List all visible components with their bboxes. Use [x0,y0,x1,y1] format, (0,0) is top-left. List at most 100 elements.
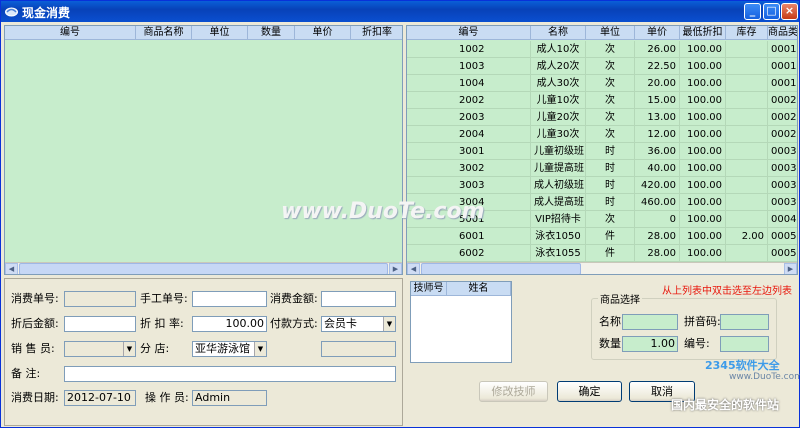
quantity-input[interactable]: 1.00 [622,336,678,352]
discount-rate-label: 折 扣 率: [140,317,184,330]
scroll-right-icon[interactable]: ▶ [389,263,402,274]
branch-select[interactable]: 亚华游泳馆 ▼ [192,341,267,357]
selected-items-grid[interactable]: 编号 商品名称 单位 数量 单价 折扣率 ◀ ▶ [4,25,403,275]
col-header-unit[interactable]: 单位 [586,26,635,40]
col-header-tech-no[interactable]: 技师号 [411,282,447,296]
table-row[interactable]: 6002 泳衣1055 件 28.00 100.00 0005 [407,245,797,262]
amount-input[interactable] [321,291,396,307]
col-header-code[interactable]: 编号 [5,26,136,40]
product-select-title: 商品选择 [598,291,642,306]
close-button[interactable]: × [781,3,798,20]
cell-category: 0002 [768,109,797,126]
table-row[interactable]: 3002 儿童提高班时 40.00 100.00 0003 [407,160,797,177]
col-header-category[interactable]: 商品类 [768,26,797,40]
cell-price: 420.00 [635,177,680,194]
order-no-field[interactable] [64,291,136,307]
cell-min-discount: 100.00 [680,41,726,58]
date-label: 消费日期: [11,391,59,404]
left-grid-scrollbar[interactable]: ◀ ▶ [5,262,402,274]
product-list-grid[interactable]: 编号 名称 单位 单价 最低折扣 库存 商品类 1002 成人10次次 26.00 1… [406,25,798,275]
right-grid-scrollbar[interactable]: ◀ ▶ [407,262,797,274]
scroll-left-icon[interactable]: ◀ [407,263,420,274]
col-header-stock[interactable]: 库存 [726,26,768,40]
title-bar[interactable]: 现金消费 _ □ × [1,1,799,22]
code-input[interactable] [720,336,769,352]
col-header-unit[interactable]: 单位 [192,26,248,40]
cell-name: 成人10次 [531,41,586,58]
table-row[interactable]: 6001 泳衣1050 件 28.00 100.00 2.00 0005 [407,228,797,245]
cell-min-discount: 100.00 [680,58,726,75]
cell-code: 1004 [407,75,531,92]
scroll-thumb[interactable] [19,263,388,274]
cell-min-discount: 100.00 [680,160,726,177]
cell-min-discount: 100.00 [680,228,726,245]
table-row[interactable]: 3001 儿童初级班时 36.00 100.00 0003 [407,143,797,160]
payment-method-select[interactable]: 会员卡 ▼ [321,316,396,332]
col-header-code[interactable]: 编号 [407,26,531,40]
cell-min-discount: 100.00 [680,109,726,126]
col-header-tech-name[interactable]: 姓名 [447,282,511,296]
payment-method-value: 会员卡 [324,317,357,330]
maximize-button[interactable]: □ [763,3,780,20]
col-header-price[interactable]: 单价 [635,26,680,40]
table-row[interactable]: 3003 成人初级班时 420.00 100.00 0003 [407,177,797,194]
manual-no-input[interactable] [192,291,267,307]
chevron-down-icon[interactable]: ▼ [383,317,395,331]
date-field[interactable]: 2012-07-10 [64,390,136,406]
scroll-left-icon[interactable]: ◀ [5,263,18,274]
cell-min-discount: 100.00 [680,126,726,143]
remark-input[interactable] [64,366,396,382]
table-row[interactable]: 1004 成人30次次 20.00 100.00 0001 [407,75,797,92]
discount-rate-input[interactable]: 100.00 [192,316,267,332]
table-row[interactable]: 1002 成人10次次 26.00 100.00 0001 [407,41,797,58]
table-row[interactable]: 3004 成人提高班时 460.00 100.00 0003 [407,194,797,211]
quantity-label: 数量: [599,337,625,350]
confirm-button[interactable]: 确定 [557,381,622,402]
cell-unit: 次 [586,92,635,109]
modify-technician-button[interactable]: 修改技师 [479,381,548,402]
cell-unit: 次 [586,109,635,126]
name-input[interactable] [622,314,678,330]
chevron-down-icon[interactable]: ▼ [123,342,135,356]
order-no-label: 消费单号: [11,292,59,305]
cell-code: 2003 [407,109,531,126]
cell-code: 5001 [407,211,531,228]
cell-stock [726,41,768,58]
chevron-down-icon[interactable]: ▼ [254,342,266,356]
table-row[interactable]: 1003 成人20次次 22.50 100.00 0001 [407,58,797,75]
pinyin-input[interactable] [720,314,769,330]
scroll-right-icon[interactable]: ▶ [784,263,797,274]
manual-no-label: 手工单号: [140,292,188,305]
cell-min-discount: 100.00 [680,245,726,262]
col-header-discount-rate[interactable]: 折扣率 [351,26,402,40]
cell-min-discount: 100.00 [680,194,726,211]
branch-value: 亚华游泳馆 [195,342,250,355]
minimize-button[interactable]: _ [744,3,761,20]
col-header-price[interactable]: 单价 [295,26,351,40]
cell-name: VIP招待卡 [531,211,586,228]
cell-price: 26.00 [635,41,680,58]
cell-name: 儿童30次 [531,126,586,143]
operator-field: Admin [192,390,267,406]
table-row[interactable]: 2004 儿童30次次 12.00 100.00 0002 [407,126,797,143]
scroll-thumb[interactable] [421,263,581,274]
table-row[interactable]: 5001 VIP招待卡次 0 100.00 0004 [407,211,797,228]
cell-code: 6001 [407,228,531,245]
col-header-name[interactable]: 名称 [531,26,586,40]
salesperson-select[interactable]: ▼ [64,341,136,357]
consumption-form: 消费单号: 手工单号: 消费金额: 折后金额: 折 扣 率: 100.00 付款… [4,278,403,426]
cell-name: 成人30次 [531,75,586,92]
cell-price: 36.00 [635,143,680,160]
table-row[interactable]: 2003 儿童20次次 13.00 100.00 0002 [407,109,797,126]
discounted-amount-input[interactable] [64,316,136,332]
col-header-product-name[interactable]: 商品名称 [136,26,192,40]
cancel-button[interactable]: 取消 [629,381,695,402]
col-header-min-discount[interactable]: 最低折扣 [680,26,726,40]
table-row[interactable]: 2002 儿童10次次 15.00 100.00 0002 [407,92,797,109]
cell-price: 460.00 [635,194,680,211]
cell-price: 28.00 [635,228,680,245]
cell-category: 0003 [768,160,797,177]
cell-price: 22.50 [635,58,680,75]
col-header-quantity[interactable]: 数量 [248,26,295,40]
technician-grid[interactable]: 技师号 姓名 [410,281,512,363]
